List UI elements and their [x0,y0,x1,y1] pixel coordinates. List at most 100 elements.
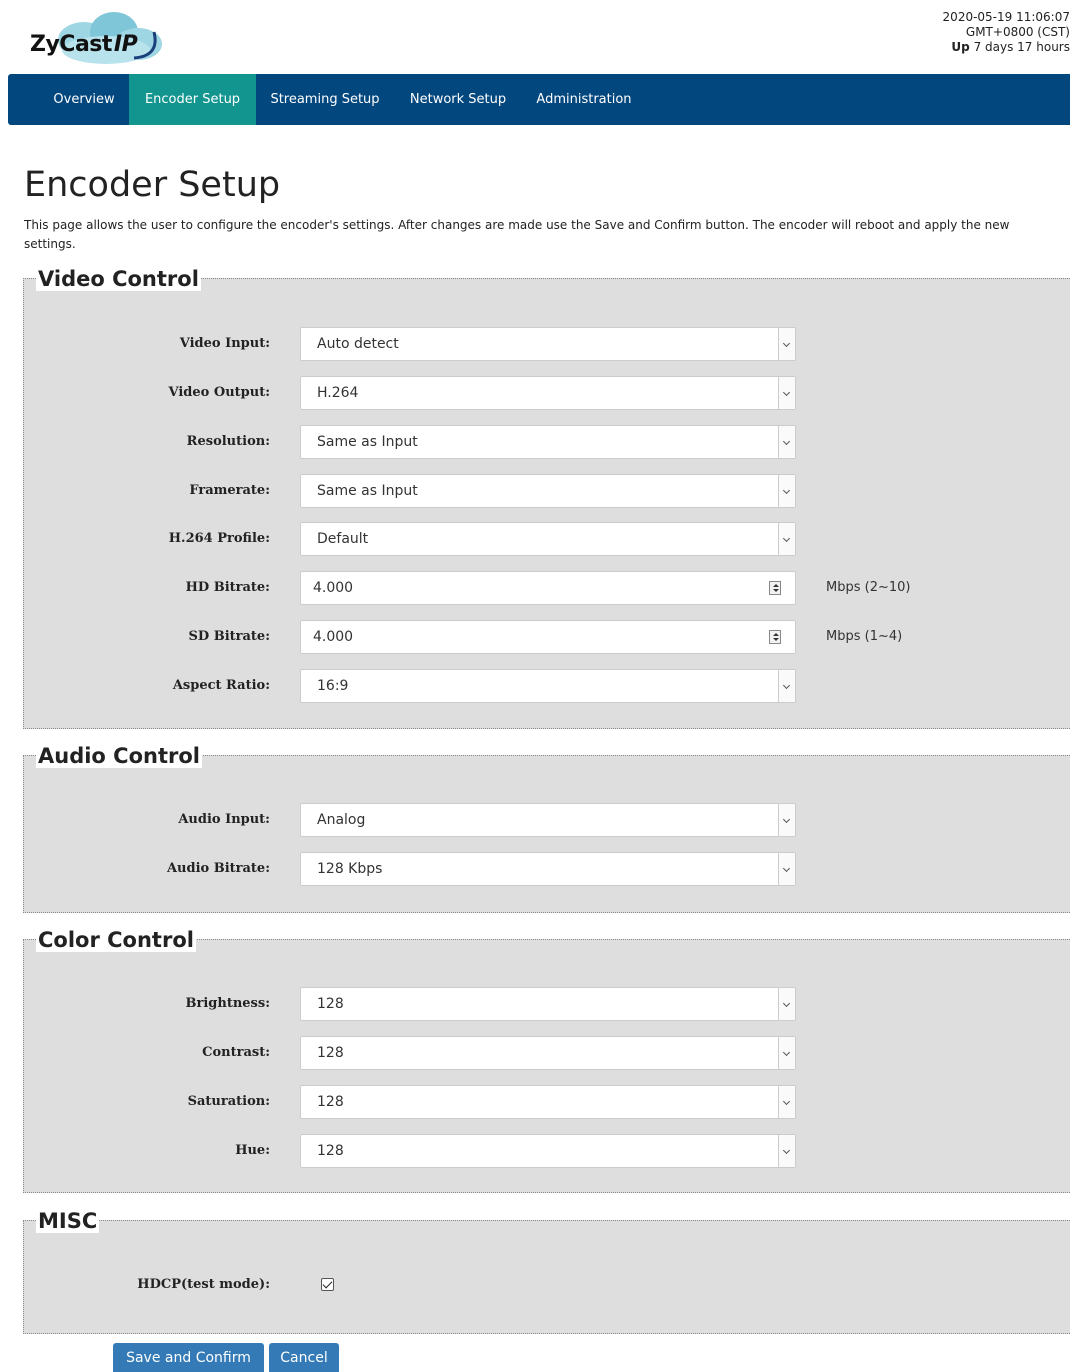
nav-encoder-setup[interactable]: Encoder Setup [129,74,256,125]
sd-bitrate-input[interactable]: 4.000 [300,620,796,654]
audio-bitrate-label: Audio Bitrate: [166,861,270,876]
profile-select[interactable]: Default [300,522,796,556]
framerate-label: Framerate: [189,483,270,498]
status-uptime: Up 7 days 17 hours [870,40,1070,55]
hdcp-checkbox[interactable] [321,1278,334,1291]
video-output-row: Video Output: H.264 [24,376,1070,410]
contrast-row: Contrast: 128 [24,1036,1070,1070]
chevron-down-icon [778,1037,795,1069]
hdcp-label: HDCP(test mode): [137,1277,270,1292]
video-output-select[interactable]: H.264 [300,376,796,410]
chevron-down-icon [778,475,795,507]
contrast-value: 128 [317,1045,344,1061]
chevron-down-icon [778,1135,795,1167]
hue-row: Hue: 128 [24,1134,1070,1168]
hd-bitrate-unit: Mbps (2~10) [826,580,911,595]
cancel-button[interactable]: Cancel [269,1343,339,1372]
page-description: This page allows the user to configure t… [24,218,1010,251]
hd-bitrate-input[interactable]: 4.000 [300,571,796,605]
uptime-label: Up [951,40,970,54]
video-output-label: Video Output: [168,385,270,400]
brightness-value: 128 [317,996,344,1012]
hd-bitrate-label: HD Bitrate: [185,580,270,595]
hd-bitrate-value: 4.000 [313,580,354,596]
saturation-select[interactable]: 128 [300,1085,796,1119]
sd-bitrate-row: SD Bitrate: 4.000 Mbps (1~4) [24,620,1070,654]
video-input-select[interactable]: Auto detect [300,327,796,361]
spinner-icon[interactable] [769,630,781,644]
saturation-label: Saturation: [187,1094,270,1109]
video-control-title: Video Control [36,267,201,291]
resolution-select[interactable]: Same as Input [300,425,796,459]
misc-panel: MISC HDCP(test mode): [23,1209,1070,1334]
chevron-down-icon [778,988,795,1020]
audio-input-row: Audio Input: Analog [24,803,1070,837]
audio-input-select[interactable]: Analog [300,803,796,837]
audio-bitrate-value: 128 Kbps [317,861,383,877]
system-status: 2020-05-19 11:06:07 GMT+0800 (CST) Up 7 … [870,10,1070,55]
profile-value: Default [317,531,369,547]
chevron-down-icon [778,426,795,458]
nav-streaming-setup[interactable]: Streaming Setup [256,74,394,125]
video-input-value: Auto detect [317,336,399,352]
page-title: Encoder Setup [24,165,281,205]
audio-bitrate-select[interactable]: 128 Kbps [300,852,796,886]
audio-control-panel: Audio Control Audio Input: Analog Audio … [23,744,1070,913]
chevron-down-icon [778,804,795,836]
framerate-value: Same as Input [317,483,418,499]
video-output-value: H.264 [317,385,359,401]
chevron-down-icon [778,523,795,555]
logo-wordmark: ZyCast [30,32,112,57]
profile-label: H.264 Profile: [168,531,270,546]
sd-bitrate-unit: Mbps (1~4) [826,629,903,644]
status-timezone: GMT+0800 (CST) [965,25,1070,39]
framerate-select[interactable]: Same as Input [300,474,796,508]
audio-input-value: Analog [317,812,366,828]
resolution-row: Resolution: Same as Input [24,425,1070,459]
contrast-label: Contrast: [202,1045,270,1060]
sd-bitrate-label: SD Bitrate: [188,629,270,644]
color-control-title: Color Control [36,928,196,952]
logo-text: ZyCastIP [30,32,138,57]
video-control-panel: Video Control Video Input: Auto detect V… [23,267,1070,729]
status-datetime: 2020-05-19 11:06:07 [942,10,1070,24]
video-input-row: Video Input: Auto detect [24,327,1070,361]
sd-bitrate-value: 4.000 [313,629,354,645]
contrast-select[interactable]: 128 [300,1036,796,1070]
save-and-confirm-button[interactable]: Save and Confirm [113,1343,264,1372]
nav-overview[interactable]: Overview [39,74,129,125]
main-nav: Overview Encoder Setup Streaming Setup N… [8,74,1070,125]
profile-row: H.264 Profile: Default [24,522,1070,556]
chevron-down-icon [778,1086,795,1118]
color-control-panel: Color Control Brightness: 128 Contrast: … [23,928,1070,1193]
saturation-row: Saturation: 128 [24,1085,1070,1119]
aspect-ratio-select[interactable]: 16:9 [300,669,796,703]
hue-select[interactable]: 128 [300,1134,796,1168]
uptime-value: 7 days 17 hours [969,40,1070,54]
aspect-ratio-label: Aspect Ratio: [172,678,270,693]
saturation-value: 128 [317,1094,344,1110]
audio-control-title: Audio Control [36,744,202,768]
audio-bitrate-row: Audio Bitrate: 128 Kbps [24,852,1070,886]
hue-value: 128 [317,1143,344,1159]
nav-administration[interactable]: Administration [522,74,646,125]
chevron-down-icon [778,377,795,409]
aspect-ratio-value: 16:9 [317,678,349,694]
chevron-down-icon [778,328,795,360]
resolution-label: Resolution: [186,434,270,449]
video-input-label: Video Input: [179,336,270,351]
hd-bitrate-row: HD Bitrate: 4.000 Mbps (2~10) [24,571,1070,605]
spinner-icon[interactable] [769,581,781,595]
logo-ip: IP [113,32,138,57]
brightness-row: Brightness: 128 [24,987,1070,1021]
hdcp-row: HDCP(test mode): [24,1268,1070,1302]
brightness-select[interactable]: 128 [300,987,796,1021]
brightness-label: Brightness: [185,996,270,1011]
framerate-row: Framerate: Same as Input [24,474,1070,508]
chevron-down-icon [778,670,795,702]
nav-network-setup[interactable]: Network Setup [394,74,522,125]
misc-title: MISC [36,1209,100,1233]
aspect-ratio-row: Aspect Ratio: 16:9 [24,669,1070,703]
audio-input-label: Audio Input: [178,812,270,827]
chevron-down-icon [778,853,795,885]
